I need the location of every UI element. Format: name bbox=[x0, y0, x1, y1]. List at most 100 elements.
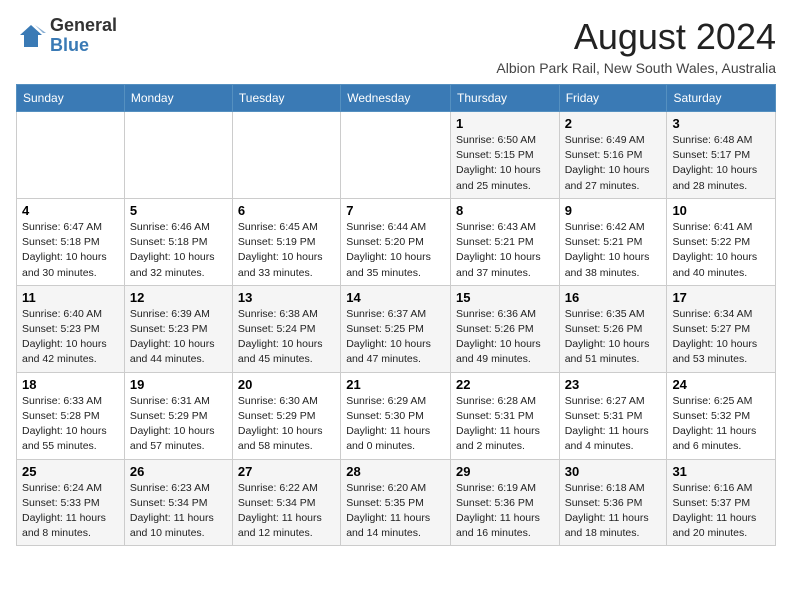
day-info: Sunrise: 6:25 AM Sunset: 5:32 PM Dayligh… bbox=[672, 394, 770, 455]
calendar-cell: 31Sunrise: 6:16 AM Sunset: 5:37 PM Dayli… bbox=[667, 459, 776, 546]
calendar-cell: 26Sunrise: 6:23 AM Sunset: 5:34 PM Dayli… bbox=[124, 459, 232, 546]
day-info: Sunrise: 6:16 AM Sunset: 5:37 PM Dayligh… bbox=[672, 481, 770, 542]
day-number: 23 bbox=[565, 377, 662, 392]
day-number: 1 bbox=[456, 116, 554, 131]
logo-blue-text: Blue bbox=[50, 35, 89, 55]
calendar-cell: 24Sunrise: 6:25 AM Sunset: 5:32 PM Dayli… bbox=[667, 372, 776, 459]
day-info: Sunrise: 6:20 AM Sunset: 5:35 PM Dayligh… bbox=[346, 481, 445, 542]
day-number: 2 bbox=[565, 116, 662, 131]
weekday-header-sunday: Sunday bbox=[17, 85, 125, 112]
day-info: Sunrise: 6:41 AM Sunset: 5:22 PM Dayligh… bbox=[672, 220, 770, 281]
weekday-header-saturday: Saturday bbox=[667, 85, 776, 112]
calendar-cell: 30 Sunrise: 6:18 AM Sunset: 5:36 PM Dayli… bbox=[559, 459, 667, 546]
calendar-cell: 18 Sunrise: 6:33 AM Sunset: 5:28 PM Dayli… bbox=[17, 372, 125, 459]
day-number: 28 bbox=[346, 464, 445, 479]
day-info: Sunrise: 6:29 AM Sunset: 5:30 PM Dayligh… bbox=[346, 394, 445, 455]
day-number: 30 bbox=[565, 464, 662, 479]
day-info: Sunrise: 6:22 AM Sunset: 5:34 PM Dayligh… bbox=[238, 481, 335, 542]
day-number: 11 bbox=[22, 290, 119, 305]
calendar-cell: 4Sunrise: 6:47 AM Sunset: 5:18 PM Daylig… bbox=[17, 198, 125, 285]
day-info: Sunrise: 6:36 AM Sunset: 5:26 PM Dayligh… bbox=[456, 307, 554, 368]
calendar-cell: 11 Sunrise: 6:40 AM Sunset: 5:23 PM Dayli… bbox=[17, 285, 125, 372]
day-number: 3 bbox=[672, 116, 770, 131]
calendar-cell: 23Sunrise: 6:27 AM Sunset: 5:31 PM Dayli… bbox=[559, 372, 667, 459]
day-info: Sunrise: 6:38 AM Sunset: 5:24 PM Dayligh… bbox=[238, 307, 335, 368]
calendar-cell: 25Sunrise: 6:24 AM Sunset: 5:33 PM Dayli… bbox=[17, 459, 125, 546]
day-number: 9 bbox=[565, 203, 662, 218]
weekday-header-wednesday: Wednesday bbox=[341, 85, 451, 112]
day-info: Sunrise: 6:40 AM Sunset: 5:23 PM Dayligh… bbox=[22, 307, 119, 368]
day-info: Sunrise: 6:28 AM Sunset: 5:31 PM Dayligh… bbox=[456, 394, 554, 455]
calendar-cell: 27 Sunrise: 6:22 AM Sunset: 5:34 PM Dayli… bbox=[232, 459, 340, 546]
day-number: 25 bbox=[22, 464, 119, 479]
day-number: 22 bbox=[456, 377, 554, 392]
weekday-header-tuesday: Tuesday bbox=[232, 85, 340, 112]
calendar-cell: 21 Sunrise: 6:29 AM Sunset: 5:30 PM Dayli… bbox=[341, 372, 451, 459]
calendar-cell bbox=[341, 112, 451, 199]
calendar-cell: 12 Sunrise: 6:39 AM Sunset: 5:23 PM Dayli… bbox=[124, 285, 232, 372]
calendar-cell: 17 Sunrise: 6:34 AM Sunset: 5:27 PM Dayli… bbox=[667, 285, 776, 372]
location-subtitle: Albion Park Rail, New South Wales, Austr… bbox=[496, 60, 776, 76]
calendar-cell: 14 Sunrise: 6:37 AM Sunset: 5:25 PM Dayli… bbox=[341, 285, 451, 372]
day-info: Sunrise: 6:23 AM Sunset: 5:34 PM Dayligh… bbox=[130, 481, 227, 542]
week-row-1: 1Sunrise: 6:50 AM Sunset: 5:15 PM Daylig… bbox=[17, 112, 776, 199]
calendar-cell bbox=[124, 112, 232, 199]
calendar-cell: 1Sunrise: 6:50 AM Sunset: 5:15 PM Daylig… bbox=[451, 112, 560, 199]
day-number: 6 bbox=[238, 203, 335, 218]
logo: General Blue bbox=[16, 16, 117, 56]
day-number: 19 bbox=[130, 377, 227, 392]
weekday-header-row: SundayMondayTuesdayWednesdayThursdayFrid… bbox=[17, 85, 776, 112]
logo-icon bbox=[16, 21, 46, 51]
month-title: August 2024 bbox=[496, 16, 776, 58]
week-row-3: 11 Sunrise: 6:40 AM Sunset: 5:23 PM Dayli… bbox=[17, 285, 776, 372]
day-number: 5 bbox=[130, 203, 227, 218]
day-info: Sunrise: 6:49 AM Sunset: 5:16 PM Dayligh… bbox=[565, 133, 662, 194]
day-number: 27 bbox=[238, 464, 335, 479]
page-header: General Blue August 2024 Albion Park Rai… bbox=[16, 16, 776, 76]
day-number: 12 bbox=[130, 290, 227, 305]
day-number: 14 bbox=[346, 290, 445, 305]
day-info: Sunrise: 6:33 AM Sunset: 5:28 PM Dayligh… bbox=[22, 394, 119, 455]
day-info: Sunrise: 6:30 AM Sunset: 5:29 PM Dayligh… bbox=[238, 394, 335, 455]
calendar-cell: 3Sunrise: 6:48 AM Sunset: 5:17 PM Daylig… bbox=[667, 112, 776, 199]
weekday-header-monday: Monday bbox=[124, 85, 232, 112]
calendar-cell: 7 Sunrise: 6:44 AM Sunset: 5:20 PM Daylig… bbox=[341, 198, 451, 285]
calendar-cell: 10 Sunrise: 6:41 AM Sunset: 5:22 PM Dayli… bbox=[667, 198, 776, 285]
calendar-cell: 16Sunrise: 6:35 AM Sunset: 5:26 PM Dayli… bbox=[559, 285, 667, 372]
day-info: Sunrise: 6:44 AM Sunset: 5:20 PM Dayligh… bbox=[346, 220, 445, 281]
day-number: 7 bbox=[346, 203, 445, 218]
week-row-4: 18 Sunrise: 6:33 AM Sunset: 5:28 PM Dayli… bbox=[17, 372, 776, 459]
calendar-cell: 8 Sunrise: 6:43 AM Sunset: 5:21 PM Daylig… bbox=[451, 198, 560, 285]
day-info: Sunrise: 6:35 AM Sunset: 5:26 PM Dayligh… bbox=[565, 307, 662, 368]
day-info: Sunrise: 6:37 AM Sunset: 5:25 PM Dayligh… bbox=[346, 307, 445, 368]
day-number: 18 bbox=[22, 377, 119, 392]
day-info: Sunrise: 6:18 AM Sunset: 5:36 PM Dayligh… bbox=[565, 481, 662, 542]
calendar-cell: 22 Sunrise: 6:28 AM Sunset: 5:31 PM Dayli… bbox=[451, 372, 560, 459]
day-number: 29 bbox=[456, 464, 554, 479]
day-info: Sunrise: 6:45 AM Sunset: 5:19 PM Dayligh… bbox=[238, 220, 335, 281]
day-number: 13 bbox=[238, 290, 335, 305]
calendar-cell: 9 Sunrise: 6:42 AM Sunset: 5:21 PM Daylig… bbox=[559, 198, 667, 285]
day-info: Sunrise: 6:42 AM Sunset: 5:21 PM Dayligh… bbox=[565, 220, 662, 281]
day-info: Sunrise: 6:19 AM Sunset: 5:36 PM Dayligh… bbox=[456, 481, 554, 542]
weekday-header-thursday: Thursday bbox=[451, 85, 560, 112]
calendar-cell: 29 Sunrise: 6:19 AM Sunset: 5:36 PM Dayli… bbox=[451, 459, 560, 546]
calendar-cell bbox=[232, 112, 340, 199]
calendar-cell: 13 Sunrise: 6:38 AM Sunset: 5:24 PM Dayli… bbox=[232, 285, 340, 372]
calendar-table: SundayMondayTuesdayWednesdayThursdayFrid… bbox=[16, 84, 776, 546]
day-info: Sunrise: 6:31 AM Sunset: 5:29 PM Dayligh… bbox=[130, 394, 227, 455]
day-info: Sunrise: 6:43 AM Sunset: 5:21 PM Dayligh… bbox=[456, 220, 554, 281]
day-info: Sunrise: 6:46 AM Sunset: 5:18 PM Dayligh… bbox=[130, 220, 227, 281]
day-number: 8 bbox=[456, 203, 554, 218]
day-number: 15 bbox=[456, 290, 554, 305]
day-info: Sunrise: 6:34 AM Sunset: 5:27 PM Dayligh… bbox=[672, 307, 770, 368]
day-info: Sunrise: 6:39 AM Sunset: 5:23 PM Dayligh… bbox=[130, 307, 227, 368]
day-number: 17 bbox=[672, 290, 770, 305]
weekday-header-friday: Friday bbox=[559, 85, 667, 112]
calendar-cell: 6 Sunrise: 6:45 AM Sunset: 5:19 PM Daylig… bbox=[232, 198, 340, 285]
calendar-cell: 2 Sunrise: 6:49 AM Sunset: 5:16 PM Daylig… bbox=[559, 112, 667, 199]
logo-general-text: General bbox=[50, 15, 117, 35]
day-number: 10 bbox=[672, 203, 770, 218]
day-number: 21 bbox=[346, 377, 445, 392]
calendar-cell: 20Sunrise: 6:30 AM Sunset: 5:29 PM Dayli… bbox=[232, 372, 340, 459]
